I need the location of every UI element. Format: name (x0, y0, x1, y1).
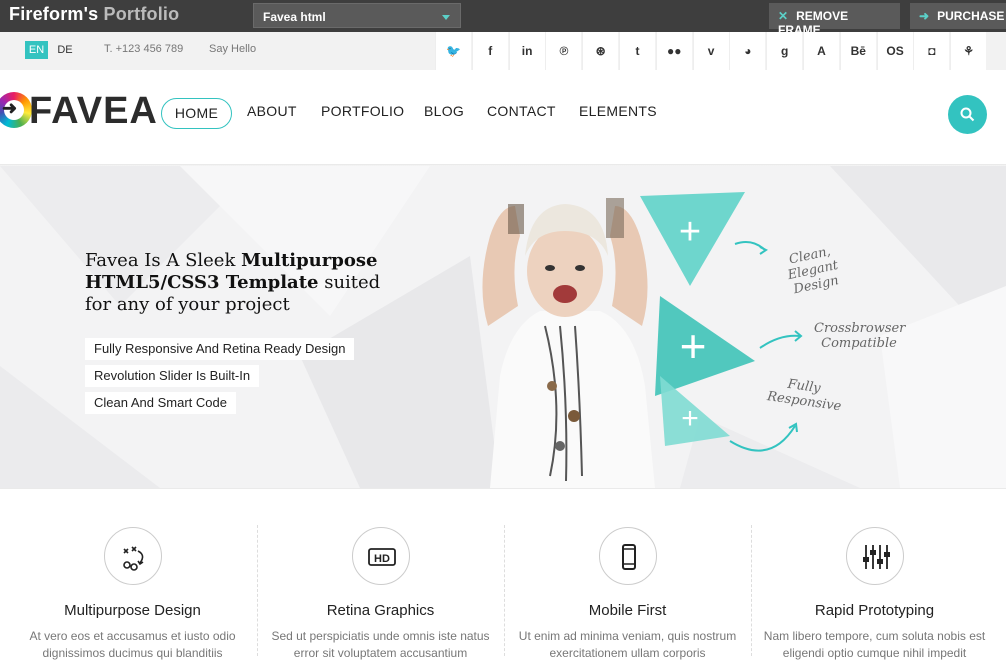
frame-brand[interactable]: Fireform's Portfolio (9, 4, 179, 25)
twitter-icon: 🐦 (446, 44, 461, 58)
svg-text:+: + (681, 402, 699, 435)
main-navbar: ➜ FAVEA HOME ABOUT PORTFOLIO BLOG CONTAC… (0, 70, 1006, 164)
google-icon: g (781, 44, 789, 58)
hero-slider[interactable]: + + + Favea Is A Sleek Multipurpose HTML… (0, 166, 1006, 488)
lastfm-icon: OS (886, 44, 904, 58)
svg-text:+: + (679, 211, 701, 253)
sliders-icon (845, 527, 904, 585)
feature-title: Rapid Prototyping (814, 602, 935, 619)
flickr-icon: ●● (667, 44, 682, 58)
features-section: Multipurpose Design At vero eos et accus… (0, 488, 1006, 660)
svg-text:HD: HD (374, 553, 390, 565)
nav-about[interactable]: ABOUT (247, 103, 297, 119)
purchase-button[interactable]: ➜ PURCHASE (910, 3, 1006, 29)
feature-text: Sed ut perspiciatis unde omnis iste natu… (271, 629, 490, 660)
phone-number: T. +123 456 789 (104, 43, 184, 55)
linkedin-button[interactable]: in (508, 32, 545, 70)
tumblr-icon: t (635, 44, 640, 58)
behance-icon: Bē (850, 44, 866, 58)
brand-sub: Portfolio (103, 4, 180, 24)
picasa-icon: ◕ (744, 44, 752, 58)
facebook-icon: f (488, 44, 493, 58)
frame-bar: Fireform's Portfolio Favea html ✕ REMOVE … (0, 0, 1006, 37)
dribbble-button[interactable]: ⊛ (582, 32, 619, 70)
feature-text: At vero eos et accusamus et iusto odio d… (29, 629, 236, 660)
behance-button[interactable]: Bē (839, 32, 876, 70)
feature-multipurpose: Multipurpose Design At vero eos et accus… (9, 489, 256, 660)
nav-home[interactable]: HOME (161, 98, 232, 129)
deviantart-icon: ⚘ (963, 44, 975, 58)
pinterest-icon: ℗ (559, 44, 569, 58)
twitter-button[interactable]: 🐦 (435, 32, 471, 70)
facebook-button[interactable]: f (471, 32, 508, 70)
vimeo-button[interactable]: v (692, 32, 729, 70)
feature-prototyping: Rapid Prototyping Nam libero tempore, cu… (751, 489, 998, 660)
mobile-icon (598, 527, 657, 585)
close-icon: ✕ (778, 9, 789, 23)
hero-feature-3: Clean And Smart Code (85, 392, 236, 414)
theme-select[interactable]: Favea html (253, 3, 461, 28)
nav-portfolio[interactable]: PORTFOLIO (321, 103, 404, 119)
search-icon (960, 107, 975, 122)
remove-frame-button[interactable]: ✕ REMOVE FRAME (769, 3, 900, 37)
logo[interactable]: FAVEA (29, 90, 158, 133)
aim-button[interactable]: A (803, 32, 839, 70)
say-hello-link[interactable]: Say Hello (209, 43, 256, 55)
arrow-right-icon: ➜ (919, 9, 930, 23)
lang-en-button[interactable]: EN (25, 41, 48, 59)
linkedin-icon: in (521, 44, 533, 58)
lang-de-button[interactable]: DE (53, 41, 77, 59)
pinterest-button[interactable]: ℗ (545, 32, 582, 70)
feature-retina: HD Retina Graphics Sed ut perspiciatis u… (257, 489, 504, 660)
google-button[interactable]: g (766, 32, 803, 70)
dribbble-icon: ⊛ (595, 44, 606, 58)
strategy-icon (103, 527, 162, 585)
nav-contact[interactable]: CONTACT (487, 103, 556, 119)
hero-feature-1: Fully Responsive And Retina Ready Design (85, 338, 355, 360)
evernote-button[interactable]: ◘ (913, 32, 950, 70)
hero-title-part1: Favea Is A Sleek (85, 250, 242, 271)
evernote-icon: ◘ (928, 44, 936, 58)
tumblr-button[interactable]: t (619, 32, 655, 70)
feature-mobile: Mobile First Ut enim ad minima veniam, q… (504, 489, 751, 660)
feature-title: Multipurpose Design (64, 602, 201, 619)
hero-title: Favea Is A Sleek Multipurpose HTML5/CSS3… (85, 250, 385, 316)
feature-title: Retina Graphics (326, 602, 435, 619)
hero-feature-2: Revolution Slider Is Built-In (85, 365, 260, 387)
aim-icon: A (817, 44, 826, 58)
hd-icon: HD (351, 527, 410, 585)
theme-select-value: Favea html (263, 10, 326, 24)
nav-elements[interactable]: ELEMENTS (579, 103, 657, 119)
utility-bar: EN DE T. +123 456 789 Say Hello 🐦 f in ℗ ⊛ t ●… (0, 32, 1006, 70)
feature-text: Nam libero tempore, cum soluta nobis est… (763, 629, 986, 660)
svg-text:+: + (680, 320, 707, 372)
picasa-button[interactable]: ◕ (729, 32, 766, 70)
logo-arrow-icon: ➜ (2, 98, 18, 118)
nav-blog[interactable]: BLOG (424, 103, 464, 119)
search-button[interactable] (948, 95, 987, 134)
feature-text: Ut enim ad minima veniam, quis nostrum e… (518, 629, 737, 660)
feature-title: Mobile First (588, 602, 667, 619)
purchase-label: PURCHASE (937, 9, 1005, 23)
vimeo-icon: v (707, 44, 715, 58)
deviantart-button[interactable]: ⚘ (950, 32, 987, 70)
flickr-button[interactable]: ●● (655, 32, 692, 70)
hero-model-image (482, 198, 655, 488)
caret-down-icon (442, 15, 450, 20)
hero-tag-crossbrowser: Crossbrowser Compatible (814, 321, 906, 351)
brand-main: Fireform's (9, 4, 99, 24)
lastfm-button[interactable]: OS (876, 32, 913, 70)
